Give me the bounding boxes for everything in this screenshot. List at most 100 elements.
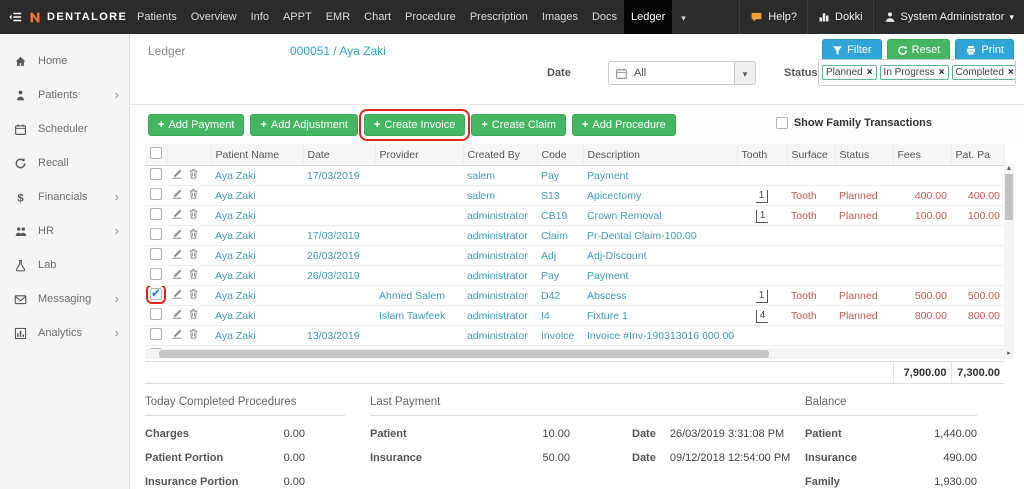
- ledger-table: Patient Name Date Provider Created By Code De…: [145, 144, 1005, 349]
- row-checkbox[interactable]: [150, 308, 162, 320]
- nav-item-emr[interactable]: EMR: [319, 0, 357, 34]
- brand-name[interactable]: DENTALORE: [47, 11, 127, 23]
- row-checkbox[interactable]: [150, 208, 162, 220]
- scroll-right-arrow-icon[interactable]: ▸: [1004, 349, 1014, 359]
- sidebar-item-home[interactable]: Home: [0, 44, 129, 78]
- cell-patient-paid: [951, 225, 1004, 246]
- cell-status: Planned: [835, 205, 893, 226]
- delete-icon[interactable]: [188, 208, 199, 223]
- header-buttons: Filter Reset Print: [822, 39, 1014, 61]
- row-checkbox[interactable]: [150, 268, 162, 280]
- nav-item-images[interactable]: Images: [535, 0, 585, 34]
- date-filter-select[interactable]: All: [608, 61, 756, 85]
- nav-item-patients[interactable]: Patients: [130, 0, 184, 34]
- nav-item-ledger[interactable]: Ledger: [624, 0, 673, 34]
- row-checkbox[interactable]: [146, 285, 166, 304]
- delete-icon[interactable]: [188, 288, 199, 303]
- select-all-checkbox[interactable]: [149, 147, 162, 159]
- chevron-down-icon: [681, 8, 686, 26]
- row-checkbox[interactable]: [150, 168, 162, 180]
- summary-value: 490.00: [943, 452, 977, 464]
- filter-button[interactable]: Filter: [822, 39, 882, 61]
- add-adjustment-button[interactable]: Add Adjustment: [250, 113, 358, 136]
- edit-icon[interactable]: [171, 268, 183, 283]
- remove-tag-icon[interactable]: ×: [867, 67, 873, 78]
- org-button[interactable]: Dokki: [807, 0, 873, 34]
- nav-item-overview[interactable]: Overview: [184, 0, 244, 34]
- delete-icon[interactable]: [188, 188, 199, 203]
- status-tags[interactable]: Planned × In Progress × Completed ×: [818, 59, 1016, 86]
- sidebar-item-financials[interactable]: $ Financials ›: [0, 180, 129, 214]
- row-checkbox[interactable]: [150, 328, 162, 340]
- menu-toggle-icon[interactable]: [8, 10, 23, 24]
- sidebar-item-messaging[interactable]: Messaging ›: [0, 282, 129, 316]
- edit-icon[interactable]: [171, 328, 183, 343]
- user-menu[interactable]: System Administrator: [872, 0, 1024, 34]
- create-claim-button[interactable]: Create Claim: [471, 113, 566, 136]
- edit-icon[interactable]: [171, 248, 183, 263]
- delete-icon[interactable]: [188, 248, 199, 263]
- nav-more-dropdown[interactable]: [672, 0, 695, 34]
- select-caret-button[interactable]: [734, 62, 755, 84]
- edit-icon[interactable]: [171, 168, 183, 183]
- cell-code: S13: [537, 185, 583, 206]
- horizontal-scrollbar[interactable]: ▸: [145, 349, 1014, 359]
- summary-row: Insurance Portion 0.00: [145, 476, 305, 488]
- edit-icon[interactable]: [171, 188, 183, 203]
- delete-icon[interactable]: [188, 268, 199, 283]
- row-checkbox[interactable]: [150, 228, 162, 240]
- chevron-down-icon: [1009, 11, 1014, 23]
- help-button[interactable]: Help?: [739, 0, 807, 34]
- row-checkbox[interactable]: [150, 188, 162, 200]
- add-payment-button[interactable]: Add Payment: [148, 113, 245, 136]
- payer-label: Insurance: [370, 452, 422, 464]
- sidebar-item-analytics[interactable]: Analytics ›: [0, 316, 129, 350]
- sidebar-item-scheduler[interactable]: Scheduler: [0, 112, 129, 146]
- vertical-scroll-thumb[interactable]: [1005, 174, 1013, 220]
- create-invoice-button[interactable]: Create Invoice: [358, 108, 471, 141]
- delete-icon[interactable]: [188, 328, 199, 343]
- delete-icon[interactable]: [188, 308, 199, 323]
- cell-tooth: 1: [737, 185, 787, 206]
- horizontal-scroll-thumb[interactable]: [159, 350, 769, 358]
- sidebar-item-patients[interactable]: Patients ›: [0, 78, 129, 112]
- scroll-up-arrow-icon[interactable]: ▲: [1004, 164, 1014, 174]
- row-actions-cell: [167, 245, 211, 266]
- remove-tag-icon[interactable]: ×: [1008, 67, 1014, 78]
- sidebar-item-recall[interactable]: Recall: [0, 146, 129, 180]
- edit-icon[interactable]: [171, 228, 183, 243]
- reset-button[interactable]: Reset: [886, 39, 951, 61]
- totals-spacer: [145, 361, 167, 384]
- edit-icon[interactable]: [171, 308, 183, 323]
- dollar-icon: $: [14, 191, 33, 203]
- nav-item-appt[interactable]: APPT: [276, 0, 319, 34]
- nav-item-procedure[interactable]: Procedure: [398, 0, 463, 34]
- cell-date: [303, 305, 375, 326]
- sidebar-item-label: Recall: [38, 157, 69, 169]
- add-payment-label: Add Payment: [168, 118, 235, 131]
- cell-description: Payment: [583, 265, 737, 286]
- print-button[interactable]: Print: [955, 39, 1014, 61]
- nav-item-info[interactable]: Info: [244, 0, 276, 34]
- cell-surface: Tooth: [787, 285, 835, 306]
- row-checkbox[interactable]: [150, 248, 162, 260]
- sidebar-item-lab[interactable]: Lab: [0, 248, 129, 282]
- balance-rows: Patient 1,440.00 Insurance 490.00 Family 1,93…: [805, 428, 977, 488]
- show-family-toggle[interactable]: Show Family Transactions: [775, 117, 932, 129]
- delete-icon[interactable]: [188, 168, 199, 183]
- edit-icon[interactable]: [171, 288, 183, 303]
- vertical-scrollbar[interactable]: ▲: [1004, 164, 1014, 349]
- delete-icon[interactable]: [188, 228, 199, 243]
- nav-item-docs[interactable]: Docs: [585, 0, 624, 34]
- totals-spacer: [463, 361, 537, 384]
- nav-item-chart[interactable]: Chart: [357, 0, 398, 34]
- edit-icon[interactable]: [171, 208, 183, 223]
- add-procedure-button[interactable]: Add Procedure: [571, 113, 676, 136]
- nav-item-prescription[interactable]: Prescription: [463, 0, 535, 34]
- patient-ref-link[interactable]: 000051 / Aya Zaki: [290, 44, 386, 58]
- show-family-checkbox[interactable]: [775, 117, 788, 129]
- summary-label: Patient: [805, 428, 842, 440]
- sidebar-item-hr[interactable]: HR ›: [0, 214, 129, 248]
- remove-tag-icon[interactable]: ×: [939, 67, 945, 78]
- summary-value: 1,440.00: [934, 428, 977, 440]
